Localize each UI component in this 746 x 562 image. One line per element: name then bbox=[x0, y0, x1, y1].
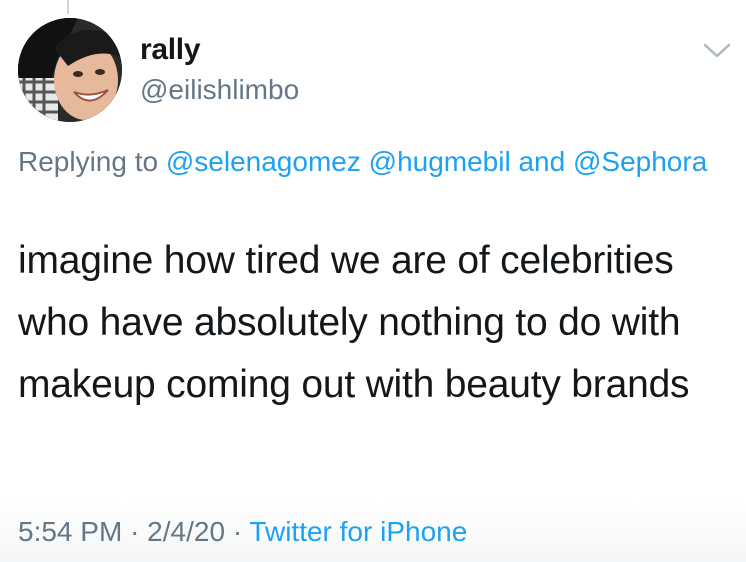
avatar-image bbox=[18, 18, 122, 122]
meta-separator: · bbox=[130, 516, 140, 547]
mention-link[interactable]: @Sephora bbox=[573, 146, 707, 177]
tweet-text: imagine how tired we are of celebrities … bbox=[18, 239, 690, 406]
avatar[interactable] bbox=[18, 18, 122, 122]
tweet-date[interactable]: 2/4/20 bbox=[147, 516, 225, 547]
mention-link[interactable]: @hugmebil bbox=[369, 146, 511, 177]
display-name[interactable]: rally bbox=[140, 33, 201, 67]
replying-to-line: Replying to @selenagomez @hugmebil and @… bbox=[18, 140, 718, 184]
tweet-card: rally @eilishlimbo Replying to @selenago… bbox=[0, 0, 746, 562]
user-handle[interactable]: @eilishlimbo bbox=[140, 74, 299, 106]
mention-conjunction: and bbox=[518, 146, 566, 177]
tweet-source-link[interactable]: Twitter for iPhone bbox=[249, 516, 467, 547]
meta-separator: · bbox=[232, 516, 243, 547]
thread-connector-line bbox=[67, 0, 69, 14]
chevron-down-icon[interactable] bbox=[702, 40, 732, 60]
replying-to-label: Replying to bbox=[18, 146, 159, 177]
tweet-time[interactable]: 5:54 PM bbox=[18, 516, 122, 547]
mention-link[interactable]: @selenagomez bbox=[166, 146, 361, 177]
tweet-metadata: 5:54 PM · 2/4/20 · Twitter for iPhone bbox=[18, 516, 467, 548]
